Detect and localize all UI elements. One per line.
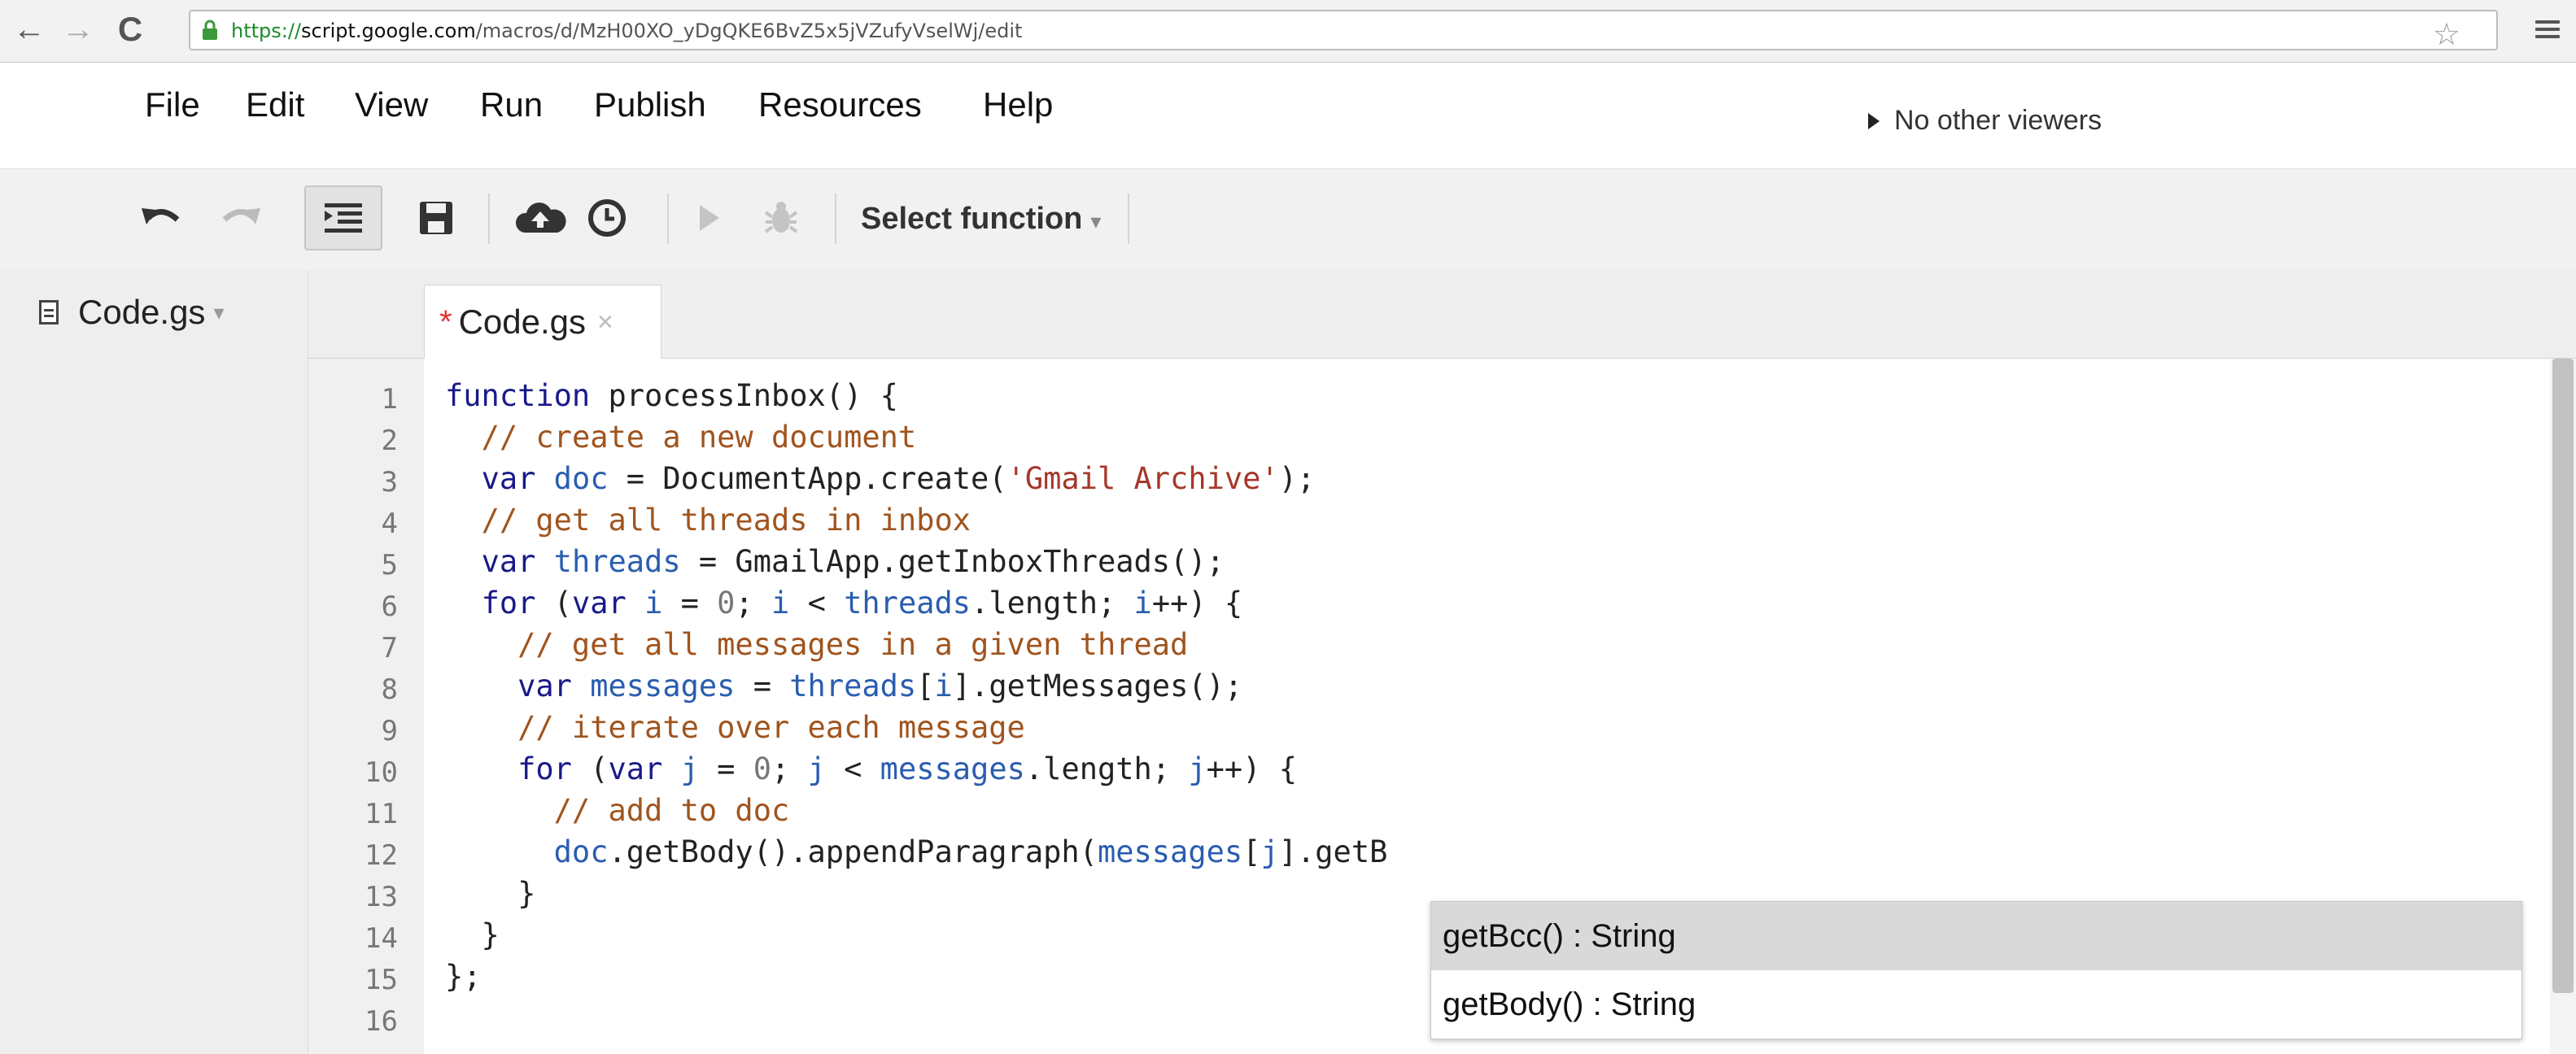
tab-label: Code.gs	[458, 303, 587, 341]
undo-button[interactable]	[138, 185, 187, 250]
url-protocol: https	[231, 20, 282, 42]
viewers-label: No other viewers	[1894, 105, 2102, 136]
address-bar[interactable]: https://script.google.com/macros/d/MzH00…	[189, 10, 2498, 53]
code-line: // create a new document	[481, 420, 917, 455]
play-icon	[700, 205, 719, 231]
lock-icon	[203, 20, 217, 40]
reload-icon[interactable]: C	[112, 10, 148, 49]
undo-icon	[142, 208, 180, 224]
line-number: 5	[381, 549, 398, 581]
code-line: doc.getBody().appendParagraph(messages[j…	[553, 834, 1388, 869]
close-tab-icon[interactable]: ×	[597, 307, 613, 338]
line-number: 16	[365, 1005, 398, 1038]
back-arrow-icon[interactable]: ←	[11, 10, 47, 49]
line-number: 13	[365, 881, 398, 913]
menu-run[interactable]: Run	[480, 85, 543, 124]
line-number: 11	[365, 798, 398, 830]
collaborators-indicator[interactable]: No other viewers	[1868, 105, 2102, 137]
browser-toolbar: ← → C https://script.google.com/macros/d…	[0, 0, 2576, 63]
forward-arrow-icon[interactable]: →	[60, 10, 96, 49]
line-number: 10	[365, 756, 398, 789]
code-line: var threads = GmailApp.getInboxThreads()…	[481, 544, 1225, 579]
menu-bar: File Edit View Run Publish Resources Hel…	[0, 63, 2576, 168]
indent-toggle-button[interactable]	[304, 185, 382, 250]
deploy-button[interactable]	[511, 185, 570, 250]
toolbar-separator	[1128, 194, 1129, 244]
code-line: function processInbox() {	[445, 378, 898, 413]
line-number: 6	[381, 590, 398, 623]
cloud-upload-icon	[515, 203, 566, 233]
code-line: // iterate over each message	[517, 710, 1025, 745]
scrollbar-thumb[interactable]	[2552, 359, 2574, 993]
save-icon	[420, 202, 452, 234]
autocomplete-item[interactable]: getBody() : String	[1431, 970, 2521, 1039]
select-function-dropdown[interactable]: Select function ▾	[861, 202, 1101, 237]
redo-button[interactable]	[215, 185, 264, 250]
triggers-button[interactable]	[583, 185, 631, 250]
menu-file[interactable]: File	[145, 85, 200, 124]
document-icon	[39, 300, 59, 324]
line-number: 9	[381, 715, 398, 747]
code-line: var messages = threads[i].getMessages();	[517, 669, 1243, 703]
file-menu-caret-icon[interactable]: ▾	[213, 300, 224, 325]
file-list-panel: Code.gs ▾	[0, 270, 308, 1054]
code-line: }	[445, 917, 500, 952]
file-list-item[interactable]: Code.gs ▾	[39, 293, 225, 332]
line-number: 2	[381, 425, 398, 457]
clock-icon	[588, 199, 626, 237]
line-number: 4	[381, 507, 398, 540]
code-line: };	[445, 959, 482, 994]
autocomplete-item[interactable]: getBcc() : String	[1431, 902, 2521, 970]
tab-code-gs[interactable]: * Code.gs ×	[424, 285, 661, 359]
menu-help[interactable]: Help	[983, 85, 1053, 124]
select-function-label: Select function	[861, 202, 1083, 236]
menu-publish[interactable]: Publish	[594, 85, 706, 124]
line-number: 15	[365, 964, 398, 996]
menu-resources[interactable]: Resources	[758, 85, 922, 124]
line-number: 7	[381, 632, 398, 664]
url-host: script.google.com	[301, 20, 476, 42]
menu-view[interactable]: View	[355, 85, 428, 124]
unsaved-marker: *	[439, 303, 452, 340]
toolbar-separator	[835, 194, 836, 244]
code-line: for (var j = 0; j < messages.length; j++…	[517, 751, 1298, 786]
line-number: 1	[381, 383, 398, 416]
run-button[interactable]	[688, 185, 729, 250]
toolbar-separator	[667, 194, 669, 244]
code-line: // get all threads in inbox	[481, 503, 971, 538]
line-number-gutter: 1 2 3 4 5 6 7 8 9 10 11 12 13 14 15 16	[308, 359, 424, 1054]
indent-icon	[325, 203, 362, 233]
file-name: Code.gs	[78, 293, 206, 331]
autocomplete-popup: getBcc() : String getBody() : String	[1430, 901, 2522, 1039]
code-line: for (var i = 0; i < threads.length; i++)…	[481, 586, 1243, 621]
expand-triangle-icon	[1868, 112, 1880, 129]
bug-icon	[764, 202, 798, 233]
code-line: // add to doc	[553, 793, 790, 828]
editor-tab-bar: * Code.gs ×	[308, 270, 2576, 359]
editor-toolbar: Select function ▾	[0, 168, 2576, 271]
line-number: 12	[365, 839, 398, 872]
bookmark-star-icon[interactable]: ☆	[2433, 16, 2460, 53]
code-line: var doc = DocumentApp.create('Gmail Arch…	[481, 461, 1316, 496]
url-path: /macros/d/MzH00XO_yDgQKE6BvZ5x5jVZufyVse…	[475, 20, 1023, 42]
url-text: https://script.google.com/macros/d/MzH00…	[231, 20, 1023, 42]
browser-menu-icon[interactable]	[2535, 16, 2560, 41]
toolbar-separator	[488, 194, 490, 244]
menu-edit[interactable]: Edit	[246, 85, 304, 124]
line-number: 3	[381, 466, 398, 499]
save-button[interactable]	[412, 185, 461, 250]
code-line: // get all messages in a given thread	[517, 627, 1189, 662]
line-number: 14	[365, 922, 398, 955]
dropdown-caret-icon: ▾	[1090, 209, 1102, 233]
debug-button[interactable]	[758, 185, 804, 250]
line-number: 8	[381, 673, 398, 706]
code-line: }	[445, 876, 536, 911]
redo-icon	[222, 208, 260, 224]
